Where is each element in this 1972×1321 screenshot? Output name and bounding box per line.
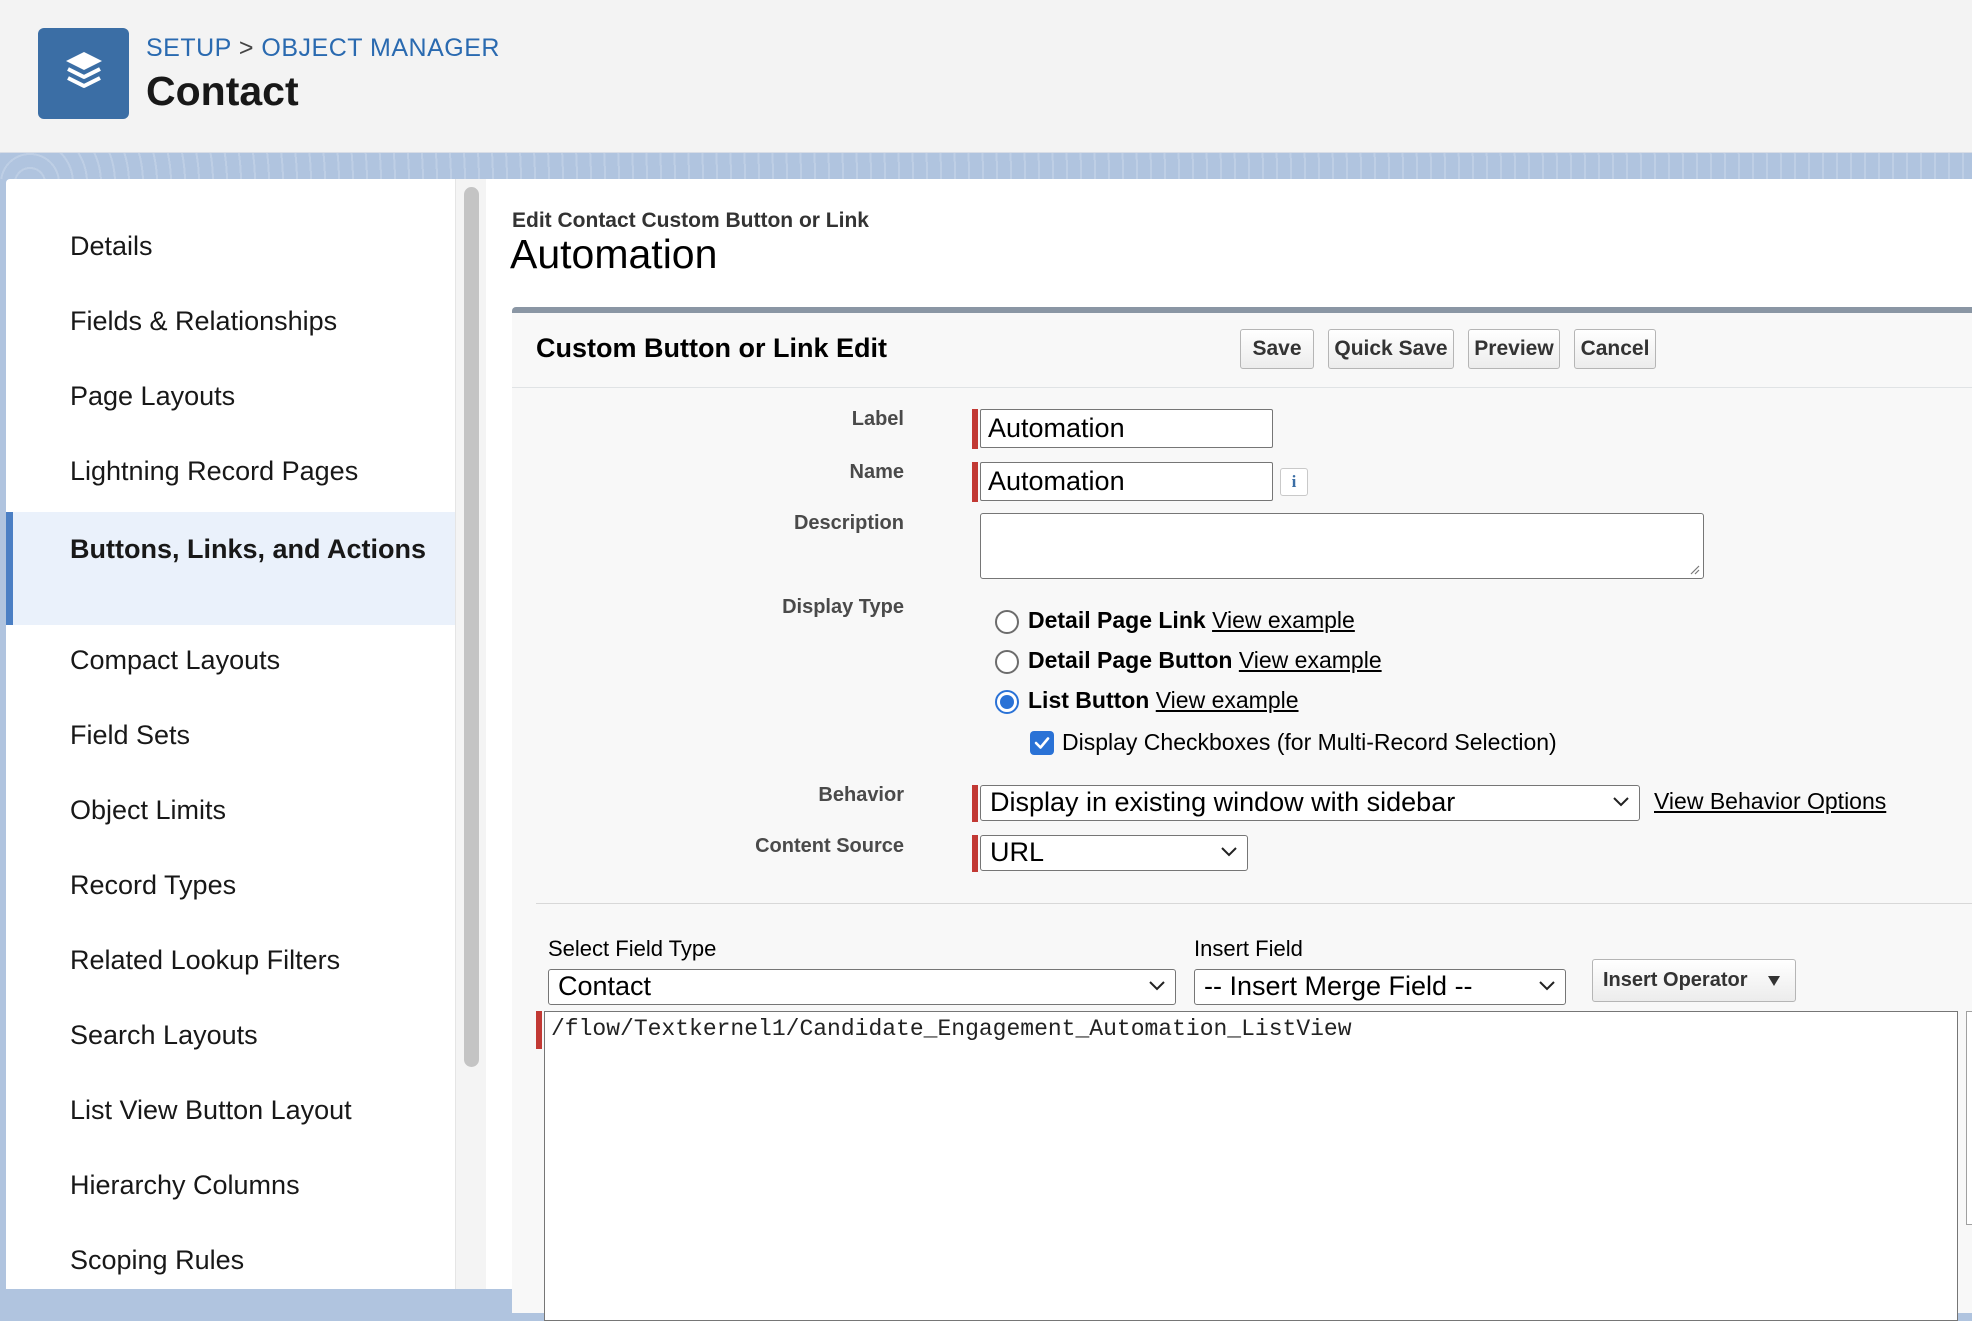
sidebar-nav: Details Fields & Relationships Page Layo…: [6, 179, 455, 1289]
detail-page-button-option: Detail Page Button View example: [1028, 647, 1382, 674]
description-field-label: Description: [793, 512, 904, 534]
quick-save-button[interactable]: Quick Save: [1328, 329, 1454, 369]
caret-down-icon: [1768, 976, 1780, 986]
info-icon[interactable]: i: [1280, 468, 1308, 496]
breadcrumb-object-manager-link[interactable]: OBJECT MANAGER: [261, 34, 500, 62]
edit-panel: Custom Button or Link Edit Save Quick Sa…: [512, 307, 1972, 1321]
chevron-down-icon: [1613, 797, 1629, 807]
radio-list-button[interactable]: [995, 690, 1019, 714]
url-formula-editor[interactable]: /flow/Textkernel1/Candidate_Engagement_A…: [544, 1011, 1958, 1321]
required-indicator: [972, 835, 978, 872]
main-content: Edit Contact Custom Button or Link Autom…: [486, 179, 1972, 1321]
sidebar-item-page-layouts[interactable]: Page Layouts: [6, 381, 455, 412]
select-field-type-select[interactable]: Contact: [548, 969, 1176, 1005]
sidebar-item-field-sets[interactable]: Field Sets: [6, 720, 455, 751]
behavior-value: Display in existing window with sidebar: [990, 787, 1456, 817]
sidebar-item-buttons-links-actions[interactable]: Buttons, Links, and Actions: [6, 512, 455, 625]
view-example-link[interactable]: View example: [1239, 647, 1382, 673]
resize-grip-icon[interactable]: [1688, 563, 1700, 575]
select-field-type-value: Contact: [558, 971, 652, 1001]
section-divider: [536, 903, 1972, 904]
name-field-label: Name: [849, 461, 904, 483]
sidebar-item-search-layouts[interactable]: Search Layouts: [6, 1020, 455, 1051]
required-indicator: [972, 409, 978, 449]
label-input[interactable]: Automation: [980, 409, 1273, 448]
breadcrumb-separator: >: [238, 34, 254, 62]
sidebar-item-hierarchy-columns[interactable]: Hierarchy Columns: [6, 1170, 455, 1201]
name-input[interactable]: Automation: [980, 462, 1273, 501]
breadcrumb: SETUP > OBJECT MANAGER: [146, 34, 500, 63]
select-field-type-label: Select Field Type: [548, 936, 717, 961]
sidebar-item-compact-layouts[interactable]: Compact Layouts: [6, 645, 455, 676]
insert-field-value: -- Insert Merge Field --: [1204, 971, 1473, 1001]
sidebar-scrollbar[interactable]: [455, 179, 487, 1289]
content-source-select[interactable]: URL: [980, 835, 1248, 871]
description-textarea[interactable]: [980, 513, 1704, 579]
view-example-link[interactable]: View example: [1212, 607, 1355, 633]
page-title: Contact: [146, 68, 299, 114]
content-source-field-label: Content Source: [755, 835, 904, 857]
required-indicator: [536, 1011, 542, 1049]
view-behavior-options-link[interactable]: View Behavior Options: [1654, 788, 1886, 815]
sidebar-item-fields-relationships[interactable]: Fields & Relationships: [6, 306, 455, 337]
detail-page-link-label: Detail Page Link: [1028, 607, 1206, 633]
sidebar-item-scoping-rules[interactable]: Scoping Rules: [6, 1245, 455, 1276]
sidebar-item-record-types[interactable]: Record Types: [6, 870, 455, 901]
insert-field-label: Insert Field: [1194, 936, 1303, 961]
display-type-field-label: Display Type: [782, 596, 904, 618]
sidebar-item-list-view-button-layout[interactable]: List View Button Layout: [6, 1095, 455, 1126]
insert-field-select[interactable]: -- Insert Merge Field --: [1194, 969, 1566, 1005]
breadcrumb-setup-link[interactable]: SETUP: [146, 34, 231, 62]
panel-header: Custom Button or Link Edit Save Quick Sa…: [512, 313, 1972, 388]
chevron-down-icon: [1149, 981, 1165, 991]
function-list[interactable]: [1966, 1011, 1972, 1225]
sidebar-scrollbar-thumb[interactable]: [464, 187, 479, 1067]
checkmark-icon: [1034, 737, 1050, 749]
display-checkboxes-checkbox[interactable]: [1030, 731, 1054, 755]
save-button[interactable]: Save: [1240, 329, 1314, 369]
sidebar-item-object-limits[interactable]: Object Limits: [6, 795, 455, 826]
insert-operator-button[interactable]: Insert Operator: [1592, 959, 1796, 1002]
behavior-select[interactable]: Display in existing window with sidebar: [980, 785, 1640, 821]
layers-icon: [38, 28, 129, 119]
content-source-value: URL: [990, 837, 1045, 867]
list-button-label: List Button: [1028, 687, 1150, 713]
chevron-down-icon: [1221, 847, 1237, 857]
detail-page-link-option: Detail Page Link View example: [1028, 607, 1355, 634]
page-header: SETUP > OBJECT MANAGER Contact: [0, 0, 1972, 153]
decorative-band: [0, 153, 1972, 179]
sidebar-item-details[interactable]: Details: [6, 231, 455, 262]
chevron-down-icon: [1539, 981, 1555, 991]
list-button-option: List Button View example: [1028, 687, 1299, 714]
sidebar-item-lightning-record-pages[interactable]: Lightning Record Pages: [6, 456, 455, 487]
detail-page-button-label: Detail Page Button: [1028, 647, 1233, 673]
behavior-field-label: Behavior: [818, 784, 904, 806]
required-indicator: [972, 462, 978, 502]
view-example-link[interactable]: View example: [1156, 687, 1299, 713]
label-field-label: Label: [851, 408, 904, 430]
radio-detail-page-button[interactable]: [995, 650, 1019, 674]
display-checkboxes-label: Display Checkboxes (for Multi-Record Sel…: [1062, 729, 1557, 755]
edit-title: Automation: [510, 231, 718, 277]
radio-detail-page-link[interactable]: [995, 610, 1019, 634]
cancel-button[interactable]: Cancel: [1574, 329, 1656, 369]
panel-title: Custom Button or Link Edit: [536, 333, 887, 363]
required-indicator: [972, 785, 978, 822]
preview-button[interactable]: Preview: [1468, 329, 1560, 369]
insert-operator-label: Insert Operator: [1603, 969, 1748, 991]
sidebar-item-related-lookup-filters[interactable]: Related Lookup Filters: [6, 945, 455, 976]
edit-subtitle: Edit Contact Custom Button or Link: [512, 209, 869, 232]
